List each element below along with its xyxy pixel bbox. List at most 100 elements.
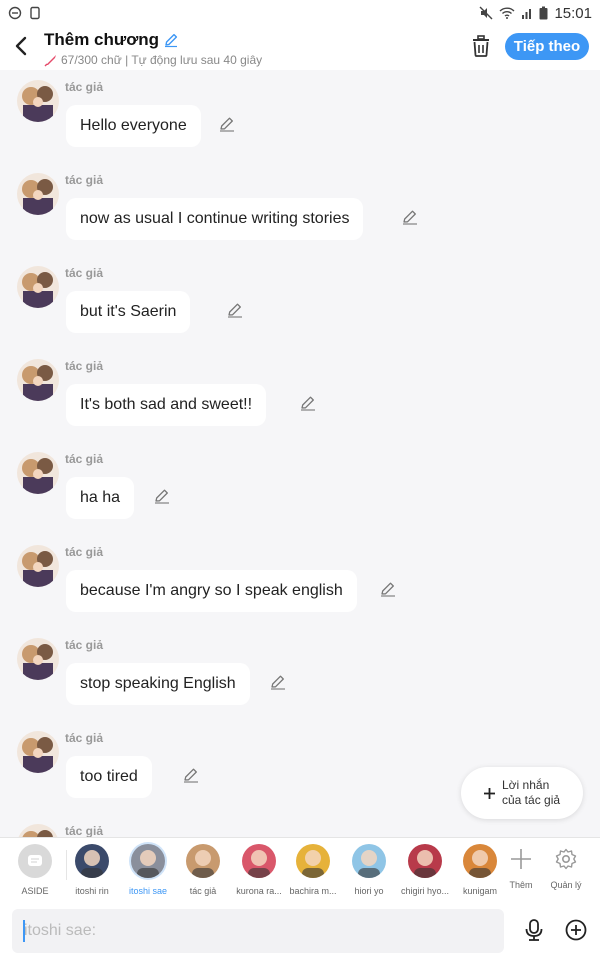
text-caret (23, 920, 25, 942)
back-arrow-icon[interactable] (10, 34, 34, 58)
page-title-text: Thêm chương (44, 30, 160, 49)
edit-message-icon[interactable] (379, 580, 397, 598)
author-name: tác giả (65, 359, 104, 373)
signal-icon (522, 9, 532, 19)
message-row[interactable]: tác giả now as usual I continue writing s… (0, 163, 600, 256)
microphone-icon[interactable] (523, 918, 545, 942)
edit-message-icon[interactable] (218, 115, 236, 133)
character-option[interactable]: hiori yo (341, 844, 397, 896)
autosave-status: 67/300 chữ | Tự động lưu sau 40 giây (44, 53, 262, 67)
author-avatar[interactable] (17, 824, 59, 837)
manage-characters-label: Quản lý (550, 880, 582, 890)
title-block: Thêm chương 67/300 chữ | Tự động lưu sau… (44, 30, 262, 67)
character-avatar (75, 844, 109, 878)
edit-message-icon[interactable] (226, 301, 244, 319)
battery-icon (539, 6, 548, 20)
message-row[interactable]: tác giả stop speaking English (0, 628, 600, 721)
status-bar: 15:01 (0, 0, 600, 26)
message-bubble[interactable]: because I'm angry so I speak english (66, 570, 357, 612)
circle-minus-icon (8, 6, 22, 20)
message-row[interactable]: tác giả It's both sad and sweet!! (0, 349, 600, 442)
character-avatar (186, 844, 220, 878)
message-row[interactable]: tác giả because I'm angry so I speak engl… (0, 535, 600, 628)
wifi-icon (499, 7, 515, 19)
app-header: Thêm chương 67/300 chữ | Tự động lưu sau… (0, 26, 600, 70)
message-bubble[interactable]: stop speaking English (66, 663, 250, 705)
message-bubble[interactable]: ha ha (66, 477, 135, 519)
character-name: kurona ra... (236, 886, 282, 896)
gear-icon (555, 848, 577, 870)
author-name: tác giả (65, 638, 104, 652)
author-note-button[interactable]: Lời nhắn của tác giả (461, 767, 583, 819)
character-avatar (408, 844, 442, 878)
character-option[interactable]: kurona ra... (231, 844, 287, 896)
author-note-line1: Lời nhắn (502, 778, 550, 792)
author-avatar[interactable] (17, 731, 59, 773)
character-option[interactable]: itoshi rin (64, 844, 120, 896)
message-bubble[interactable]: now as usual I continue writing stories (66, 198, 364, 240)
message-bubble[interactable]: but it's Saerin (66, 291, 191, 333)
manage-characters-button[interactable]: Quản lý (538, 848, 594, 890)
message-input[interactable] (12, 909, 504, 953)
author-note-line2: của tác giả (502, 793, 561, 807)
message-list[interactable]: tác giả Hello everyone tác giả now as usual… (0, 70, 600, 837)
message-bubble[interactable]: It's both sad and sweet!! (66, 384, 267, 426)
character-option[interactable]: chigiri hyo... (397, 844, 453, 896)
plus-icon (511, 849, 531, 869)
mute-icon (479, 6, 493, 20)
page-title[interactable]: Thêm chương (44, 30, 262, 50)
edit-title-icon[interactable] (163, 32, 179, 48)
author-avatar[interactable] (17, 80, 59, 122)
author-avatar[interactable] (17, 452, 59, 494)
edit-message-icon[interactable] (401, 208, 419, 226)
author-avatar[interactable] (17, 266, 59, 308)
author-avatar[interactable] (17, 545, 59, 587)
input-bar (0, 901, 600, 960)
quill-icon (44, 54, 56, 66)
author-name: tác giả (65, 545, 104, 559)
character-name: bachira m... (289, 886, 337, 896)
character-avatar (296, 844, 330, 878)
autosave-text: 67/300 chữ | Tự động lưu sau 40 giây (61, 53, 263, 67)
add-circle-icon[interactable] (565, 919, 587, 941)
character-bar: Thêm Quản lý ASIDE itoshi rin itoshi sae tá… (0, 837, 600, 901)
author-name: tác giả (65, 452, 104, 466)
author-name: tác giả (65, 266, 104, 280)
character-name: kunigam (462, 886, 498, 896)
character-name: tác giả (189, 886, 217, 896)
edit-message-icon[interactable] (182, 766, 200, 784)
next-button[interactable]: Tiếp theo (505, 33, 589, 60)
message-row[interactable]: tác giả Hello everyone (0, 70, 600, 163)
author-name: tác giả (65, 731, 104, 745)
character-option[interactable]: tác giả (175, 844, 231, 896)
message-bubble[interactable]: too tired (66, 756, 152, 798)
character-name: hiori yo (354, 886, 384, 896)
message-row[interactable]: tác giả ha ha (0, 442, 600, 535)
author-name: tác giả (65, 824, 104, 837)
character-avatar (463, 844, 497, 878)
character-name: itoshi rin (75, 886, 109, 896)
edit-message-icon[interactable] (269, 673, 287, 691)
edit-message-icon[interactable] (299, 394, 317, 412)
author-avatar[interactable] (17, 359, 59, 401)
message-bubble[interactable]: Hello everyone (66, 105, 201, 147)
aside-icon (18, 844, 52, 878)
character-avatar (352, 844, 386, 878)
author-avatar[interactable] (17, 638, 59, 680)
edit-message-icon[interactable] (153, 487, 171, 505)
character-option[interactable]: bachira m... (285, 844, 341, 896)
author-name: tác giả (65, 80, 104, 94)
trash-icon[interactable] (470, 34, 492, 58)
plus-icon (484, 787, 495, 799)
character-name: ASIDE (21, 886, 49, 896)
aside-character[interactable]: ASIDE (7, 844, 63, 896)
character-option[interactable]: kunigam (452, 844, 508, 896)
author-note-label: Lời nhắn của tác giả (502, 778, 560, 808)
character-avatar (242, 844, 276, 878)
message-row[interactable]: tác giả but it's Saerin (0, 256, 600, 349)
character-option[interactable]: itoshi sae (120, 844, 176, 896)
author-name: tác giả (65, 173, 104, 187)
character-name: chigiri hyo... (400, 886, 450, 896)
phone-icon (30, 6, 40, 20)
author-avatar[interactable] (17, 173, 59, 215)
